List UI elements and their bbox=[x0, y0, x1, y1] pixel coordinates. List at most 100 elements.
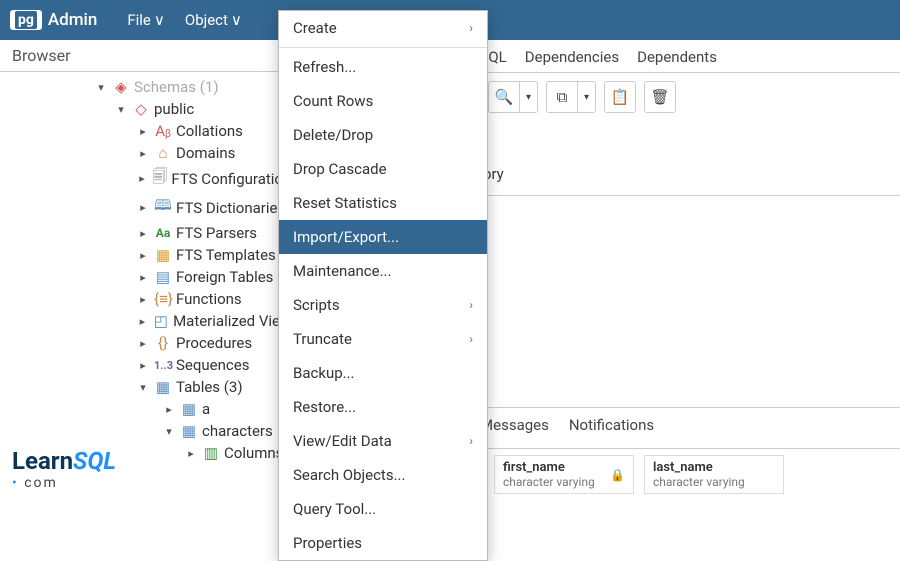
tab-notifications[interactable]: Notifications bbox=[569, 416, 654, 442]
delete-button[interactable]: 🗑 bbox=[644, 81, 676, 113]
chevron-down-icon: ▾ bbox=[114, 103, 128, 116]
tree-tables[interactable]: ▾▦Tables (3) bbox=[4, 376, 299, 398]
chevron-right-icon: ▸ bbox=[136, 271, 150, 284]
tree-fts-parsers[interactable]: ▸AaFTS Parsers bbox=[4, 222, 299, 244]
chevron-right-icon: ▸ bbox=[162, 403, 176, 416]
chevron-right-icon: › bbox=[469, 332, 473, 346]
ctx-backup[interactable]: Backup... bbox=[279, 356, 487, 390]
search-button[interactable]: 🔍 bbox=[488, 81, 520, 113]
watermark-sql: SQL bbox=[73, 447, 116, 475]
copy-icon: ⧉ bbox=[557, 88, 568, 106]
paste-icon: 📋 bbox=[611, 88, 630, 106]
chevron-right-icon: ▸ bbox=[136, 293, 150, 306]
ctx-scripts[interactable]: Scripts› bbox=[279, 288, 487, 322]
tab-dependencies[interactable]: Dependencies bbox=[525, 48, 619, 66]
sequence-icon: 1..3 bbox=[154, 359, 172, 372]
ctx-search-objects[interactable]: Search Objects... bbox=[279, 458, 487, 492]
browser-title: Browser bbox=[0, 40, 299, 72]
chevron-right-icon: ▸ bbox=[136, 315, 149, 328]
schema-icon: ◈ bbox=[112, 78, 130, 96]
ctx-maintenance[interactable]: Maintenance... bbox=[279, 254, 487, 288]
ctx-truncate[interactable]: Truncate› bbox=[279, 322, 487, 356]
tree-collations[interactable]: ▸AᵦCollations bbox=[4, 120, 299, 142]
tree-functions[interactable]: ▸{≡}Functions bbox=[4, 288, 299, 310]
collation-icon: Aᵦ bbox=[154, 122, 172, 140]
ctx-import-export[interactable]: Import/Export... bbox=[279, 220, 487, 254]
tree-mat-views[interactable]: ▸◰Materialized Views bbox=[4, 310, 299, 332]
chevron-right-icon: ▸ bbox=[136, 147, 150, 160]
ctx-query-tool[interactable]: Query Tool... bbox=[279, 492, 487, 526]
watermark-learn: Learn bbox=[12, 447, 73, 475]
chevron-right-icon: ▸ bbox=[136, 359, 150, 372]
watermark: LearnSQL • com bbox=[12, 449, 116, 490]
search-icon: 🔍 bbox=[495, 88, 514, 106]
ctx-restore[interactable]: Restore... bbox=[279, 390, 487, 424]
chevron-right-icon: › bbox=[469, 434, 473, 448]
paste-button[interactable]: 📋 bbox=[604, 81, 636, 113]
tree-fts-dict[interactable]: ▸🕮FTS Dictionaries bbox=[4, 193, 299, 222]
chevron-right-icon: › bbox=[469, 298, 473, 312]
separator bbox=[279, 47, 487, 48]
ctx-drop-cascade[interactable]: Drop Cascade bbox=[279, 152, 487, 186]
column-icon: ▥ bbox=[202, 444, 220, 462]
chevron-down-icon: ∨ bbox=[231, 11, 242, 29]
domain-icon: ⌂ bbox=[154, 144, 172, 162]
chevron-down-icon: ∨ bbox=[154, 11, 165, 29]
tree-fts-config[interactable]: ▸🗐FTS Configurations bbox=[4, 164, 299, 193]
table-icon: ▦ bbox=[154, 378, 172, 396]
tab-dependents[interactable]: Dependents bbox=[637, 48, 717, 66]
watermark-com: • com bbox=[12, 476, 116, 490]
ctx-reset-stats[interactable]: Reset Statistics bbox=[279, 186, 487, 220]
table-icon: ▦ bbox=[180, 400, 198, 418]
tree-procedures[interactable]: ▸{}Procedures bbox=[4, 332, 299, 354]
tree-fts-templates[interactable]: ▸▦FTS Templates bbox=[4, 244, 299, 266]
chevron-down-icon: ▾ bbox=[162, 425, 176, 438]
ctx-view-edit[interactable]: View/Edit Data› bbox=[279, 424, 487, 458]
tree-table-characters[interactable]: ▾▦characters bbox=[4, 420, 299, 442]
column-header-last-name[interactable]: last_namecharacter varying bbox=[644, 455, 784, 494]
chevron-down-icon: ▾ bbox=[584, 92, 589, 103]
copy-dropdown[interactable]: ▾ bbox=[578, 81, 596, 113]
chevron-down-icon: ▾ bbox=[136, 381, 150, 394]
copy-button[interactable]: ⧉ bbox=[546, 81, 578, 113]
matview-icon: ◰ bbox=[153, 312, 169, 330]
tree-sequences[interactable]: ▸1..3Sequences bbox=[4, 354, 299, 376]
column-header-first-name[interactable]: first_namecharacter varying🔒 bbox=[494, 455, 634, 494]
tree-table-a[interactable]: ▸▦a bbox=[4, 398, 299, 420]
ctx-properties[interactable]: Properties bbox=[279, 526, 487, 560]
menu-object[interactable]: Object∨ bbox=[185, 11, 242, 29]
browser-panel: Browser ▾◈Schemas (1) ▾◇public ▸AᵦCollat… bbox=[0, 40, 300, 500]
logo: pg bbox=[10, 10, 42, 30]
chevron-down-icon: ▾ bbox=[526, 92, 531, 103]
tree-schemas[interactable]: ▾◈Schemas (1) bbox=[4, 76, 299, 98]
search-dropdown[interactable]: ▾ bbox=[520, 81, 538, 113]
object-tree: ▾◈Schemas (1) ▾◇public ▸AᵦCollations ▸⌂D… bbox=[0, 72, 299, 468]
lock-icon: 🔒 bbox=[610, 468, 625, 482]
fts-dict-icon: 🕮 bbox=[154, 195, 172, 220]
chevron-right-icon: ▸ bbox=[136, 227, 150, 240]
tree-foreign-tables[interactable]: ▸▤Foreign Tables bbox=[4, 266, 299, 288]
ctx-create[interactable]: Create› bbox=[279, 11, 487, 45]
chevron-right-icon: ▸ bbox=[184, 447, 198, 460]
tree-public[interactable]: ▾◇public bbox=[4, 98, 299, 120]
ctx-count-rows[interactable]: Count Rows bbox=[279, 84, 487, 118]
brand-name: Admin bbox=[48, 10, 97, 30]
tree-domains[interactable]: ▸⌂Domains bbox=[4, 142, 299, 164]
table-icon: ▦ bbox=[180, 422, 198, 440]
chevron-right-icon: ▸ bbox=[136, 201, 150, 214]
context-menu: Create› Refresh... Count Rows Delete/Dro… bbox=[278, 10, 488, 561]
fts-template-icon: ▦ bbox=[154, 246, 172, 264]
foreign-table-icon: ▤ bbox=[154, 268, 172, 286]
chevron-right-icon: ▸ bbox=[136, 337, 150, 350]
function-icon: {≡} bbox=[154, 290, 172, 308]
procedure-icon: {} bbox=[154, 334, 172, 352]
ctx-delete[interactable]: Delete/Drop bbox=[279, 118, 487, 152]
chevron-right-icon: ▸ bbox=[136, 172, 148, 185]
fts-config-icon: 🗐 bbox=[152, 166, 167, 191]
fts-parser-icon: Aa bbox=[154, 226, 172, 240]
ctx-refresh[interactable]: Refresh... bbox=[279, 50, 487, 84]
tab-messages[interactable]: Messages bbox=[480, 416, 549, 442]
menu-file[interactable]: File∨ bbox=[127, 11, 165, 29]
chevron-right-icon: ▸ bbox=[136, 125, 150, 138]
trash-icon: 🗑 bbox=[650, 88, 669, 106]
